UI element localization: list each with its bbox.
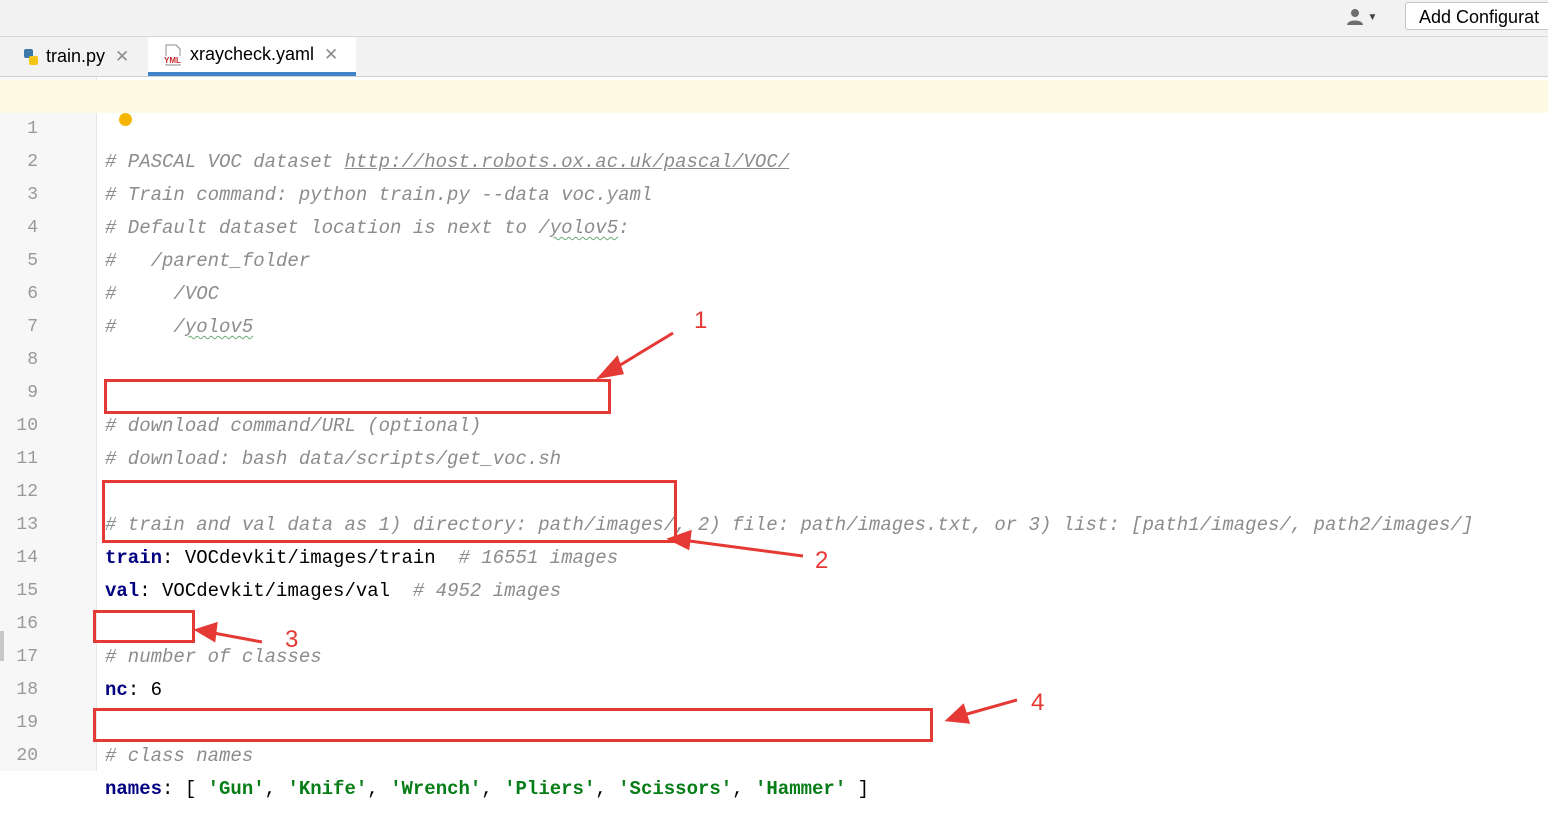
- yaml-punct: ]: [846, 778, 870, 800]
- yaml-punct: ,: [732, 778, 755, 800]
- yaml-string: 'Hammer': [755, 778, 847, 800]
- yaml-punct: ,: [367, 778, 391, 800]
- arrowhead-4-icon: [944, 703, 971, 724]
- arrow-4: [959, 698, 1018, 718]
- arrowhead-1-icon: [595, 355, 624, 380]
- annotation-label-4: 4: [1031, 689, 1045, 716]
- arrow-1: [611, 331, 674, 372]
- yaml-string: 'Wrench': [390, 778, 482, 800]
- annotation-label-1: 1: [694, 307, 708, 334]
- arrow-2: [681, 538, 804, 558]
- yaml-key: names: [105, 778, 163, 800]
- annotation-arrows: [193, 331, 1018, 724]
- arrowhead-2-icon: [666, 529, 692, 551]
- arrowhead-3-icon: [193, 621, 218, 643]
- yaml-punct: ,: [595, 778, 619, 800]
- yaml-punct: : [: [162, 778, 208, 800]
- annotation-label-2: 2: [815, 547, 829, 574]
- yaml-punct: ,: [481, 778, 505, 800]
- yaml-punct: ,: [264, 778, 288, 800]
- yaml-string: 'Scissors': [618, 778, 733, 800]
- yaml-string: 'Pliers': [504, 778, 596, 800]
- annotation-label-3: 3: [285, 626, 299, 653]
- yaml-string: 'Knife': [287, 778, 368, 800]
- yaml-string: 'Gun': [207, 778, 265, 800]
